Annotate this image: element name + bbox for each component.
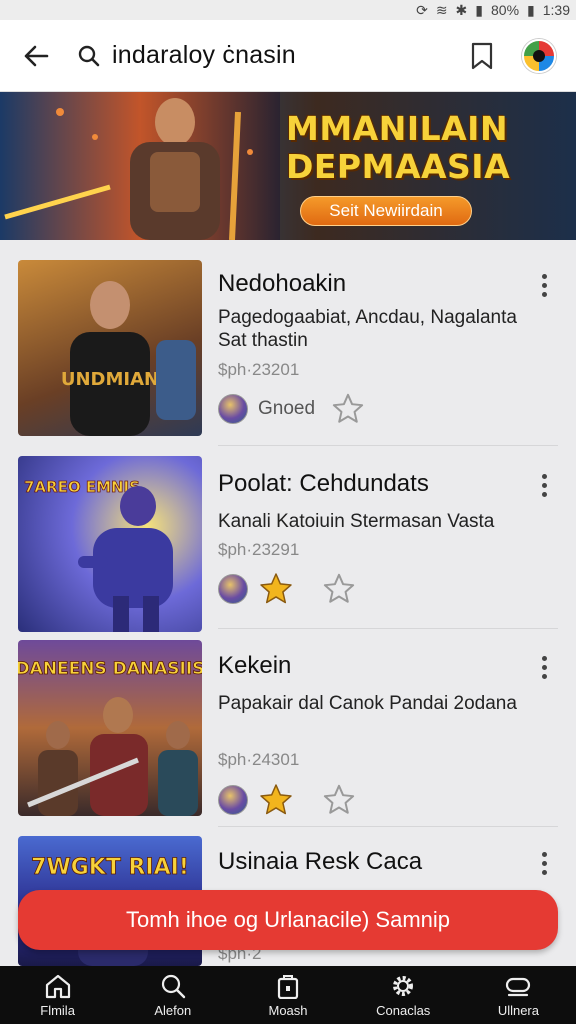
sync-icon: ⟳ <box>416 1 428 18</box>
card-description: Pagedogaabiat, Ancdau, Nagalanta Sat tha… <box>218 307 517 351</box>
favorite-star-outline-icon[interactable] <box>322 572 356 606</box>
controller-icon <box>506 977 531 996</box>
card-meta: $ph·23201 <box>218 360 300 379</box>
card-title[interactable]: Nedohoakin <box>218 270 346 298</box>
thumbnail-art: 7AREO EMNIS <box>24 478 173 632</box>
nav-label: Alefon <box>154 1002 192 1018</box>
list-item[interactable]: DANEENS DANASIIS Kekein Papakair dal Can… <box>0 628 576 827</box>
list-item[interactable]: UNDMIAN Nedohoakin Pagedogaabiat, Ancdau… <box>0 240 576 446</box>
game-thumbnail[interactable]: UNDMIAN <box>18 260 202 436</box>
bag-icon <box>277 974 299 999</box>
list-item[interactable]: 7AREO EMNIS Poolat: Cehdundats Kanali Ka… <box>0 436 576 632</box>
thumbnail-title-text: 7WGKT RIAI! <box>31 855 189 880</box>
banner-title-line2: DEPMAASIA <box>286 147 511 186</box>
card-meta: $ph·23291 <box>218 540 300 559</box>
favorite-star-filled-icon[interactable] <box>258 571 294 607</box>
more-options-button[interactable] <box>532 270 556 300</box>
banner-cta-button[interactable]: Seit Newiirdain <box>300 196 472 226</box>
card-title[interactable]: Kekein <box>218 652 291 680</box>
profile-avatar[interactable] <box>522 38 556 73</box>
thumbnail-title-text: UNDMIAN <box>61 369 159 390</box>
floating-cta-button[interactable]: Tomh ihoe og Urlanacile) Samnip <box>18 890 558 950</box>
card-title[interactable]: Usinaia Resk Caca <box>218 848 422 876</box>
favorite-star-filled-icon[interactable] <box>258 782 294 818</box>
nav-label: Moash <box>268 1002 308 1018</box>
search-input[interactable]: indaraloy ċnasin <box>112 41 462 70</box>
search-icon <box>161 974 185 998</box>
coin-icon <box>218 785 248 815</box>
coin-icon <box>218 574 248 604</box>
status-bar: ⟳ ≋ ✱ ▮ 80% ▮ 1:39 <box>0 0 576 20</box>
back-arrow-icon <box>24 45 49 66</box>
nav-label: Conaclas <box>376 1002 431 1018</box>
nav-item-search[interactable]: Alefon <box>115 966 230 1024</box>
card-meta: $ph·24301 <box>218 750 300 769</box>
wifi-icon: ≋ <box>435 1 448 18</box>
thumbnail-art: DANEENS DANASIIS <box>18 659 202 816</box>
banner-title-line1: MMANILAIN <box>286 109 509 148</box>
nav-item-controller[interactable]: Ullnera <box>461 966 576 1024</box>
card-description: Kanali Katoiuin Stermasan Vasta <box>218 511 495 532</box>
game-thumbnail[interactable]: DANEENS DANASIIS <box>18 640 202 816</box>
nav-item-home[interactable]: Flmila <box>0 966 115 1024</box>
card-actions <box>218 571 356 607</box>
bottom-nav: Flmila Alefon Moash Conaclas Ullnera <box>0 966 576 1024</box>
bookmark-button[interactable] <box>462 36 502 76</box>
card-description: Papakair dal Canok Pandai 2odana <box>218 693 517 714</box>
thumbnail-title-text: 7AREO EMNIS <box>24 478 140 496</box>
search-icon <box>78 45 100 66</box>
card-actions: Gnoed <box>218 392 365 426</box>
bookmark-icon <box>471 42 493 69</box>
home-icon <box>45 974 70 998</box>
signal-icon: ▮ <box>475 1 483 18</box>
banner-title: MMANILAIN DEPMAASIA <box>286 110 576 186</box>
coin-icon <box>218 394 248 424</box>
card-title[interactable]: Poolat: Cehdundats <box>218 470 429 498</box>
card-actions <box>218 782 356 818</box>
thumbnail-title-text: DANEENS DANASIIS <box>18 659 202 679</box>
more-options-button[interactable] <box>532 470 556 500</box>
game-thumbnail[interactable]: 7AREO EMNIS <box>18 456 202 632</box>
back-button[interactable] <box>16 36 56 76</box>
more-options-button[interactable] <box>532 652 556 682</box>
battery-percent: 80% <box>491 2 520 18</box>
battery-icon: ▮ <box>527 1 535 18</box>
bluetooth-icon: ✱ <box>455 1 468 18</box>
thumbnail-art: UNDMIAN <box>61 281 196 436</box>
gear-icon <box>393 975 414 996</box>
promo-banner[interactable]: MMANILAIN DEPMAASIA Seit Newiirdain <box>0 92 576 240</box>
favorite-star-outline-icon[interactable] <box>331 392 365 426</box>
nav-item-settings[interactable]: Conaclas <box>346 966 461 1024</box>
search-header: indaraloy ċnasin <box>0 20 576 92</box>
action-label: Gnoed <box>258 398 316 419</box>
banner-hero-art <box>0 92 280 240</box>
nav-item-bag[interactable]: Moash <box>230 966 345 1024</box>
nav-label: Ullnera <box>497 1002 539 1018</box>
favorite-star-outline-icon[interactable] <box>322 783 356 817</box>
more-options-button[interactable] <box>532 848 556 878</box>
nav-label: Flmila <box>40 1002 75 1018</box>
clock: 1:39 <box>542 2 570 18</box>
